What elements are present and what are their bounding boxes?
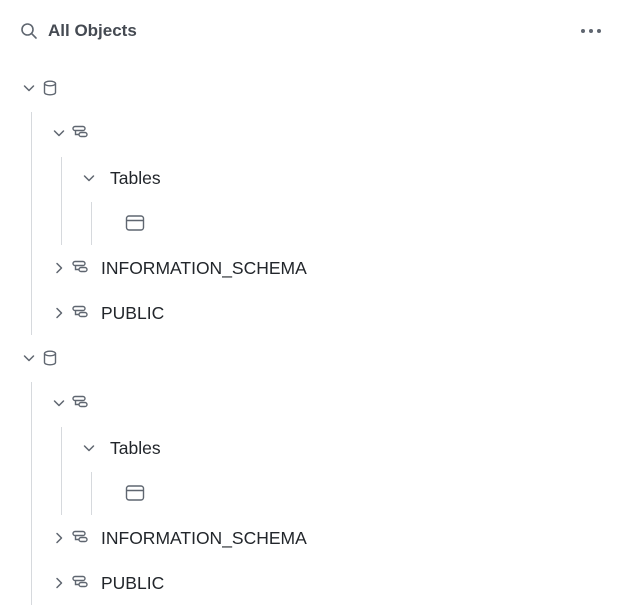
- schema-icon: [71, 259, 89, 277]
- schema-label: PUBLIC: [101, 573, 165, 593]
- chevron-down-icon[interactable]: [21, 350, 37, 366]
- schema-tree-row[interactable]: [51, 388, 89, 418]
- chevron-right-icon[interactable]: [51, 530, 67, 546]
- schema-icon: [71, 394, 89, 412]
- chevron-right-icon[interactable]: [51, 305, 67, 321]
- folder-label: Tables: [110, 168, 161, 188]
- table-tree-row[interactable]: [111, 478, 145, 508]
- chevron-down-icon[interactable]: [81, 170, 97, 186]
- folder-tree-row[interactable]: Tables: [81, 433, 161, 463]
- schema-icon: [71, 124, 89, 142]
- chevron-right-icon[interactable]: [51, 575, 67, 591]
- schema-label: INFORMATION_SCHEMA: [101, 258, 307, 278]
- explorer-header: All Objects: [0, 0, 626, 62]
- tree-indent-guide: [61, 427, 62, 515]
- chevron-right-icon[interactable]: [51, 260, 67, 276]
- schema-tree-row[interactable]: [51, 118, 89, 148]
- search-icon[interactable]: [20, 22, 38, 40]
- tree-indent-guide: [91, 202, 92, 245]
- folder-label: Tables: [110, 438, 161, 458]
- schema-tree-row[interactable]: INFORMATION_SCHEMA: [51, 523, 307, 553]
- schema-icon: [71, 529, 89, 547]
- schema-tree-row[interactable]: PUBLIC: [51, 298, 164, 328]
- schema-icon: [71, 304, 89, 322]
- schema-label: INFORMATION_SCHEMA: [101, 528, 307, 548]
- database-icon: [41, 79, 59, 97]
- chevron-down-icon[interactable]: [81, 440, 97, 456]
- explorer-title[interactable]: All Objects: [48, 20, 137, 42]
- table-icon: [125, 484, 145, 502]
- more-horizontal-icon[interactable]: [579, 22, 603, 40]
- schema-icon: [71, 574, 89, 592]
- tree-indent-guide: [91, 472, 92, 515]
- schema-label: PUBLIC: [101, 303, 165, 323]
- database-tree-row[interactable]: [21, 343, 59, 373]
- database-tree-row[interactable]: [21, 73, 59, 103]
- chevron-down-icon[interactable]: [21, 80, 37, 96]
- object-explorer-panel: All Objects Tables INFORMATION_SCHEMA PUBL…: [0, 0, 626, 609]
- chevron-down-icon[interactable]: [51, 395, 67, 411]
- folder-tree-row[interactable]: Tables: [81, 163, 161, 193]
- table-tree-row[interactable]: [111, 208, 145, 238]
- tree-indent-guide: [31, 112, 32, 335]
- schema-tree-row[interactable]: INFORMATION_SCHEMA: [51, 253, 307, 283]
- schema-tree-row[interactable]: PUBLIC: [51, 568, 164, 598]
- tree-indent-guide: [61, 157, 62, 245]
- database-icon: [41, 349, 59, 367]
- chevron-down-icon[interactable]: [51, 125, 67, 141]
- tree-indent-guide: [31, 382, 32, 605]
- table-icon: [125, 214, 145, 232]
